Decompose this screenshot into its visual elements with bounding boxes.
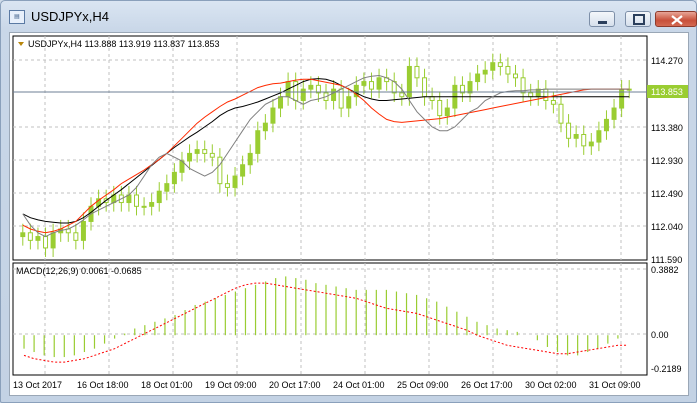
candle-body (414, 65, 420, 79)
candle-body (300, 88, 306, 101)
window-title: USDJPYx,H4 (31, 9, 110, 24)
candle-body (475, 73, 481, 83)
time-label: 30 Oct 02:00 (525, 380, 577, 390)
candle-body (80, 220, 86, 241)
candle-body (20, 232, 26, 238)
candle-body (164, 183, 170, 192)
time-label: 16 Oct 18:00 (77, 380, 129, 390)
candle-body (482, 69, 488, 75)
main-chart-header: USDJPYx,H4 113.888 113.919 113.837 113.8… (28, 39, 219, 49)
macd-header: MACD(12,26,9) 0.0061 -0.0685 (16, 266, 142, 276)
time-label: 20 Oct 17:00 (269, 380, 321, 390)
candle-body (437, 99, 443, 117)
candle-body (422, 77, 428, 98)
candle-body (262, 122, 268, 132)
time-label: 13 Oct 2017 (13, 380, 62, 390)
candle-body (73, 232, 79, 241)
candle-body (603, 118, 609, 132)
candle-body (361, 81, 367, 86)
candle-body (224, 183, 230, 188)
candle-body (194, 149, 200, 154)
title-bar[interactable]: ▤ USDJPYx,H4 (1, 1, 697, 31)
macd-level-label: 0.3882 (651, 265, 679, 275)
time-label: 26 Oct 17:00 (461, 380, 513, 390)
time-label: 31 Oct 09:00 (589, 380, 641, 390)
candle-body (141, 205, 147, 208)
maximize-button[interactable] (625, 11, 651, 27)
minimize-button[interactable] (589, 11, 615, 27)
price-level-label: 114.270 (651, 56, 683, 66)
candle-body (550, 99, 556, 105)
chart-area[interactable]: USDJPYx,H4 113.888 113.919 113.837 113.8… (9, 32, 689, 396)
macd-pane (12, 262, 648, 376)
candle-body (444, 107, 450, 117)
candle-body (581, 134, 587, 147)
candle-body (27, 232, 33, 241)
candle-body (331, 88, 337, 101)
candle-body (202, 149, 208, 154)
candle-body (558, 103, 564, 124)
price-pane (12, 35, 648, 261)
candle-body (376, 77, 382, 90)
candle-body (490, 62, 496, 71)
candle-body (149, 202, 155, 207)
candle-body (346, 96, 352, 109)
maximize-icon (633, 14, 645, 25)
chart-window: ▤ USDJPYx,H4 USDJPYx,H4 113.888 113.919 … (0, 0, 697, 403)
candle-body (611, 107, 617, 120)
time-label: 25 Oct 09:00 (397, 380, 449, 390)
candle-body (209, 152, 215, 158)
candle-body (270, 107, 276, 124)
candle-body (43, 236, 49, 249)
candle-body (467, 81, 473, 94)
candle-body (187, 152, 193, 162)
candle-body (505, 65, 511, 75)
candle-body (171, 171, 177, 185)
price-level-label: 111.590 (651, 255, 682, 265)
minimize-icon (598, 21, 607, 24)
time-label: 18 Oct 01:00 (141, 380, 193, 390)
candle-body (497, 62, 503, 67)
price-level-label: 112.930 (651, 156, 683, 166)
candle-body (429, 96, 435, 101)
price-level-label: 112.490 (651, 189, 683, 199)
candle-body (255, 130, 261, 154)
chart-canvas[interactable]: USDJPYx,H4 113.888 113.919 113.837 113.8… (10, 33, 688, 395)
candle-body (399, 92, 405, 98)
candle-body (240, 164, 246, 177)
time-label: 19 Oct 09:00 (205, 380, 257, 390)
candle-body (133, 194, 139, 207)
time-label: 24 Oct 01:00 (333, 380, 385, 390)
close-button[interactable] (655, 11, 697, 27)
candle-body (596, 130, 602, 143)
candle-body (573, 134, 579, 139)
candle-body (543, 88, 549, 101)
candle-body (278, 96, 284, 109)
candle-body (217, 156, 223, 185)
candle-body (156, 190, 162, 204)
price-level-label: 112.040 (651, 222, 683, 232)
price-level-label: 113.380 (651, 123, 683, 133)
candle-body (247, 152, 253, 166)
candle-body (566, 122, 572, 139)
candle-body (368, 81, 374, 90)
candle-body (528, 92, 534, 98)
candle-body (308, 84, 314, 90)
candle-body (232, 175, 238, 188)
candle-body (588, 141, 594, 147)
candle-body (513, 73, 519, 79)
chart-app-icon: ▤ (9, 10, 25, 24)
close-icon (671, 15, 683, 25)
macd-level-label: -0.2189 (651, 364, 682, 374)
candle-body (50, 232, 56, 249)
current-price-value: 113.853 (651, 87, 683, 97)
candle-body (35, 236, 41, 241)
macd-level-label: 0.00 (651, 330, 669, 340)
